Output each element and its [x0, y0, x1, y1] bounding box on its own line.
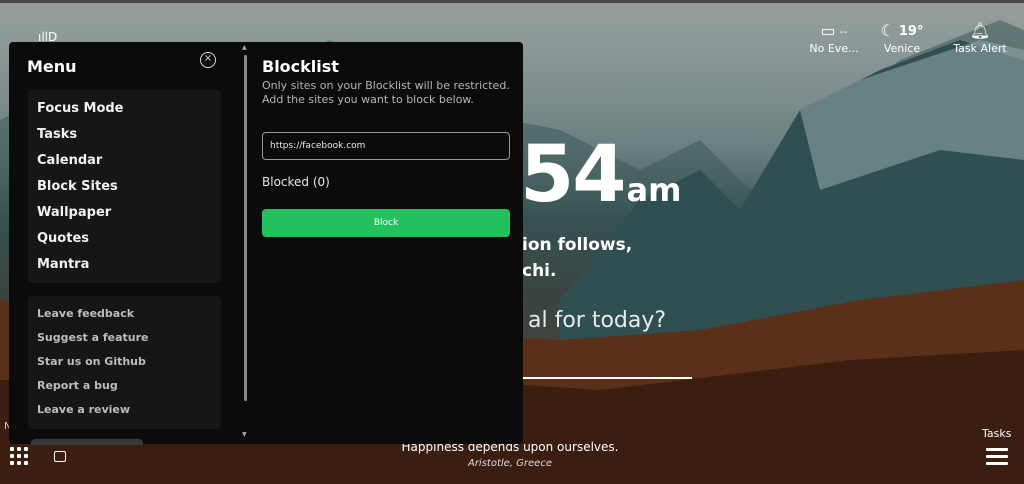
event-label: No Eve... — [809, 42, 859, 55]
menu-item-wallpaper[interactable]: Wallpaper — [28, 204, 221, 230]
link-report-bug[interactable]: Report a bug — [28, 378, 221, 402]
goal-input-underline[interactable] — [520, 377, 692, 379]
calendar-widget[interactable]: ▭ -- No Eve... — [808, 20, 860, 55]
window-top-border — [0, 0, 1024, 3]
calendar-icon: ▭ — [820, 21, 836, 40]
event-value: -- — [839, 24, 848, 38]
task-alert-label: Task Alert — [953, 42, 1007, 55]
mantra-line-2: chi. — [522, 261, 557, 281]
link-leave-feedback[interactable]: Leave feedback — [28, 306, 221, 330]
close-icon[interactable]: × — [200, 52, 216, 68]
apps-grid-icon[interactable] — [10, 447, 28, 465]
menu-panel: Menu × Focus Mode Tasks Calendar Block S… — [9, 42, 523, 445]
goal-question: al for today? — [528, 308, 667, 333]
blocklist-description: Only sites on your Blocklist will be res… — [262, 79, 510, 106]
menu-scrollbar[interactable]: ▲ ▼ — [242, 44, 248, 438]
tasks-list-icon[interactable] — [986, 448, 1008, 466]
weather-city: Venice — [883, 42, 921, 55]
weather-widget[interactable]: ☾ 19° Venice — [872, 20, 932, 55]
menu-nav: Focus Mode Tasks Calendar Block Sites Wa… — [28, 90, 221, 283]
clock-time: 54 — [520, 130, 627, 220]
wallpaper-icon[interactable] — [54, 451, 66, 462]
menu-bottom-tab[interactable] — [31, 439, 143, 445]
link-star-github[interactable]: Star us on Github — [28, 354, 221, 378]
menu-item-quotes[interactable]: Quotes — [28, 230, 221, 256]
menu-item-block-sites[interactable]: Block Sites — [28, 178, 221, 204]
block-button[interactable]: Block — [262, 209, 510, 237]
moon-icon: ☾ — [880, 21, 895, 40]
menu-title: Menu — [27, 57, 77, 76]
blocklist-title: Blocklist — [262, 57, 339, 76]
scroll-up-icon[interactable]: ▲ — [242, 44, 247, 51]
menu-item-focus-mode[interactable]: Focus Mode — [28, 100, 221, 126]
scrollbar-thumb[interactable] — [244, 55, 247, 401]
bell-icon: 🔔︎ — [969, 21, 991, 40]
temperature: 19° — [898, 23, 924, 39]
site-url-input[interactable] — [262, 132, 510, 160]
menu-item-calendar[interactable]: Calendar — [28, 152, 221, 178]
scroll-down-icon[interactable]: ▼ — [242, 431, 247, 438]
link-leave-review[interactable]: Leave a review — [28, 402, 221, 426]
task-alert-widget[interactable]: 🔔︎ Task Alert — [948, 20, 1012, 55]
menu-item-tasks[interactable]: Tasks — [28, 126, 221, 152]
menu-links: Leave feedback Suggest a feature Star us… — [28, 296, 221, 429]
mantra-text: ion follows, chi. — [522, 232, 632, 284]
mantra-line-1: ion follows, — [522, 235, 633, 255]
quote-author: Aristotle, Greece — [467, 458, 552, 469]
menu-item-mantra[interactable]: Mantra — [28, 256, 221, 282]
menu-column: Menu × Focus Mode Tasks Calendar Block S… — [9, 42, 245, 445]
clock-display: 54am — [520, 130, 681, 220]
blocked-count: Blocked (0) — [262, 175, 330, 189]
link-suggest-feature[interactable]: Suggest a feature — [28, 330, 221, 354]
clock-ampm: am — [626, 171, 682, 209]
tasks-label: Tasks — [982, 427, 1012, 440]
